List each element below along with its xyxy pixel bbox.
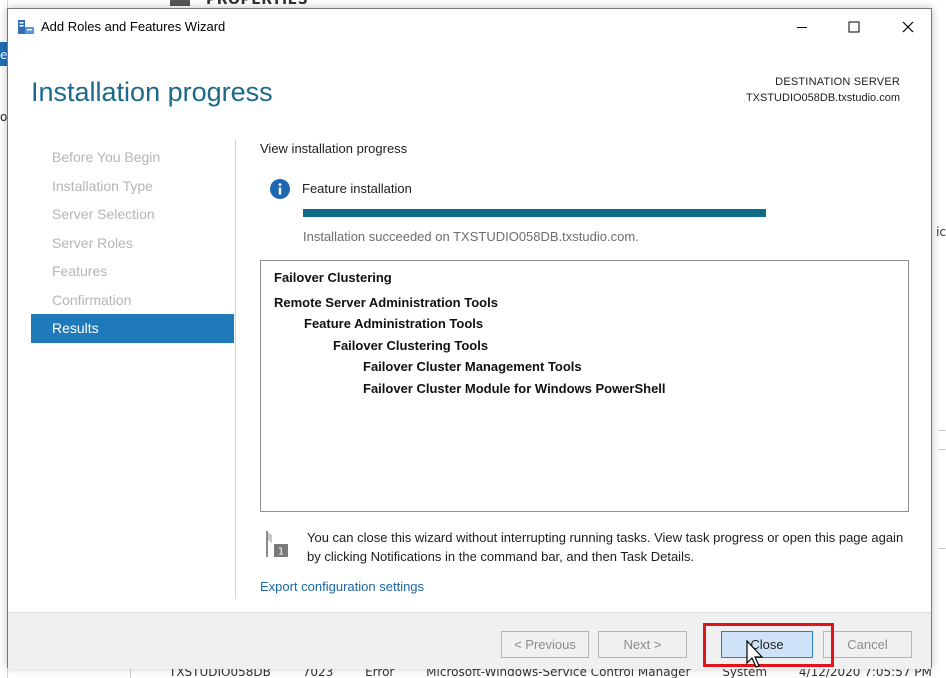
results-list[interactable]: Failover Clustering Remote Server Admini… (260, 260, 909, 512)
list-item: Failover Clustering (274, 270, 392, 285)
content-heading: View installation progress (260, 141, 408, 156)
background-right-edge (938, 0, 946, 678)
maximize-icon (848, 21, 860, 33)
installation-progress-bar (303, 209, 766, 217)
close-button[interactable]: Close (721, 631, 813, 658)
wizard-footer: < Previous Next > Close Cancel (8, 612, 931, 669)
minimize-button[interactable] (779, 9, 825, 45)
close-window-button[interactable] (885, 9, 931, 45)
nav-item-installation-type: Installation Type (52, 177, 153, 194)
window-title: Add Roles and Features Wizard (41, 19, 226, 34)
background-right-box (938, 548, 946, 568)
installation-status-text: Installation succeeded on TXSTUDIO058DB.… (303, 229, 639, 244)
export-configuration-link[interactable]: Export configuration settings (260, 579, 424, 594)
maximize-button[interactable] (831, 9, 877, 45)
list-item: Failover Cluster Management Tools (363, 359, 582, 374)
background-right-box (938, 430, 946, 450)
list-item: Failover Clustering Tools (333, 337, 489, 353)
destination-server-label: DESTINATION SERVER (775, 76, 900, 88)
nav-item-server-selection: Server Selection (52, 206, 155, 222)
background-properties-heading: PROPERTIES (206, 0, 309, 8)
wizard-step-nav: Before You Begin Installation Type Serve… (31, 143, 234, 343)
close-icon (902, 21, 914, 33)
background-properties-icon (170, 0, 190, 6)
nav-item-results[interactable]: Results (31, 314, 234, 343)
previous-button[interactable]: < Previous (501, 631, 589, 658)
nav-item-features: Features (52, 263, 108, 279)
close-wizard-note: You can close this wizard without interr… (307, 530, 904, 564)
notification-flag-icon: 1 (266, 531, 288, 558)
feature-installation-label: Feature installation (302, 181, 412, 196)
progress-bar-fill (303, 209, 766, 217)
nav-item-server-roles: Server Roles (52, 234, 133, 251)
wizard-window: Add Roles and Features Wizard Installati… (7, 8, 932, 669)
background-right-letter: ic (936, 225, 946, 239)
nav-divider (235, 139, 236, 599)
page-title: Installation progress (31, 77, 273, 107)
next-button[interactable]: Next > (598, 631, 687, 658)
nav-item-before-you-begin: Before You Begin (52, 149, 161, 165)
cancel-button[interactable]: Cancel (823, 631, 912, 658)
destination-server-name: TXSTUDIO058DB.txstudio.com (745, 92, 900, 104)
info-icon (270, 179, 290, 199)
list-item: Feature Administration Tools (304, 316, 484, 331)
nav-item-confirmation: Confirmation (52, 291, 132, 308)
list-item: Failover Cluster Module for Windows Powe… (363, 380, 666, 396)
title-bar[interactable]: Add Roles and Features Wizard (8, 9, 931, 45)
server-manager-icon (18, 20, 34, 34)
flag-badge-number: 1 (278, 547, 284, 558)
minimize-icon (797, 27, 807, 28)
list-item: Remote Server Administration Tools (274, 294, 498, 310)
